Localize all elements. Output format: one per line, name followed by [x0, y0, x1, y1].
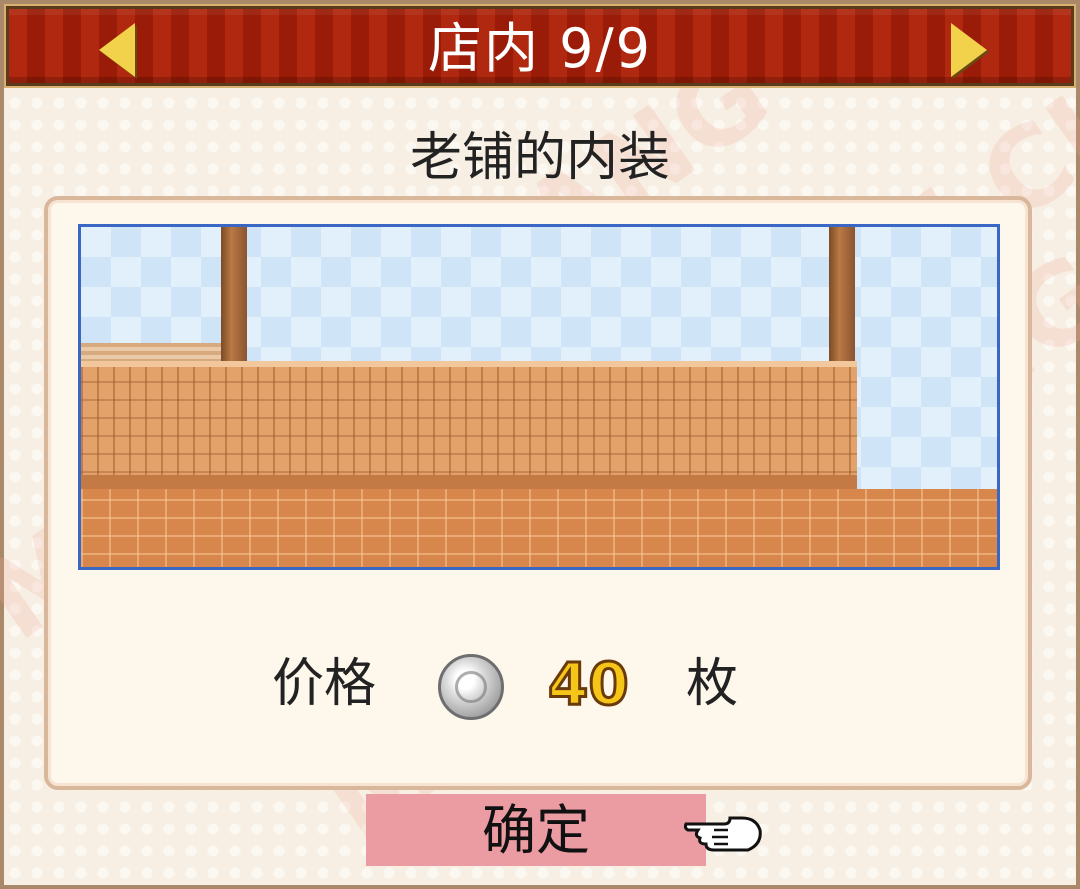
pointing-hand-icon: [684, 816, 762, 852]
silver-coin-icon: [438, 654, 504, 720]
item-preview-image: [78, 224, 1000, 570]
page-title: 店内 9/9: [427, 17, 653, 80]
price-value: 40: [547, 649, 631, 720]
price-unit: 枚: [686, 654, 739, 714]
confirm-button[interactable]: 确定: [366, 794, 706, 866]
price-row: 价格 40 枚: [0, 646, 1080, 722]
item-name: 老铺的内装: [409, 128, 670, 188]
wood-post: [221, 227, 247, 363]
title-bar: 店内 9/9: [4, 4, 1076, 88]
tiled-floor: [81, 489, 997, 567]
arrow-right-icon[interactable]: [951, 23, 987, 77]
counter-wall: [81, 361, 857, 491]
price-label: 价格: [272, 654, 377, 714]
wood-post: [829, 227, 855, 363]
